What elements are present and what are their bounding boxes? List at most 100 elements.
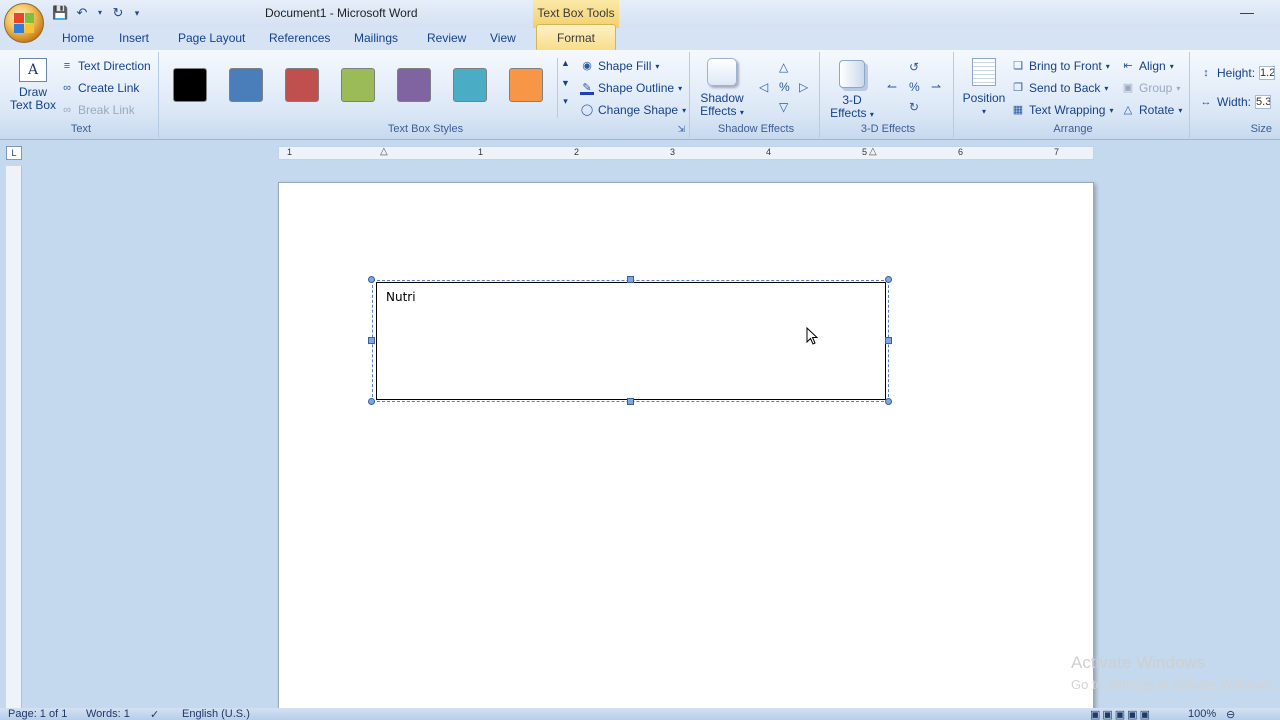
send-to-back-label: Send to Back xyxy=(1029,81,1101,95)
3d-toggle-icon[interactable]: % xyxy=(909,80,920,94)
tilt-up-icon[interactable]: ↺ xyxy=(909,60,919,74)
text-direction-label: Text Direction xyxy=(78,59,151,73)
tilt-right-icon[interactable]: ⇀ xyxy=(931,80,941,94)
indent-marker-icon[interactable]: △ xyxy=(380,146,388,157)
nudge-shadow-up-icon[interactable]: △ xyxy=(779,60,788,74)
shadow-effects-button[interactable]: Shadow Effects ▾ xyxy=(697,58,747,119)
word-count[interactable]: Words: 1 xyxy=(86,708,130,720)
align-button[interactable]: ⇤ Align ▾ xyxy=(1121,59,1173,73)
resize-handle-top-right[interactable] xyxy=(885,276,892,283)
view-buttons[interactable]: ▣▣▣▣▣ xyxy=(1090,708,1152,720)
tab-page-layout[interactable]: Page Layout xyxy=(178,31,245,45)
nudge-shadow-right-icon[interactable]: ▷ xyxy=(799,80,808,94)
nudge-shadow-left-icon[interactable]: ◁ xyxy=(759,80,768,94)
dropdown-icon[interactable]: ▾ xyxy=(96,5,104,21)
zoom-level[interactable]: 100% xyxy=(1188,708,1216,720)
gallery-down-icon[interactable]: ▼ xyxy=(558,78,573,88)
shadow-toggle-icon[interactable]: % xyxy=(779,80,790,94)
dialog-launcher-icon[interactable]: ⇲ xyxy=(677,124,685,135)
gallery-more-icon[interactable]: ▾ xyxy=(558,96,573,107)
pen-icon: ✎ xyxy=(580,81,594,95)
height-field[interactable]: ↕ Height: 1.2 xyxy=(1199,66,1276,80)
position-button[interactable]: Position ▾ xyxy=(959,58,1009,118)
chevron-down-icon: ▾ xyxy=(1176,83,1181,93)
rotate-label: Rotate xyxy=(1139,103,1175,117)
right-indent-marker-icon[interactable]: △ xyxy=(869,146,877,157)
tab-insert[interactable]: Insert xyxy=(119,31,149,45)
style-swatch-purple[interactable] xyxy=(397,68,431,102)
paint-bucket-icon: ◉ xyxy=(582,60,592,72)
shape-outline-button[interactable]: ✎ Shape Outline ▾ xyxy=(580,81,682,95)
style-swatch-orange[interactable] xyxy=(509,68,543,102)
tab-references[interactable]: References xyxy=(269,31,330,45)
activation-watermark-sub: Go to Settings to activate Windows. xyxy=(1071,677,1277,692)
arrange-group-label: Arrange xyxy=(1053,123,1093,135)
create-link-label: Create Link xyxy=(78,81,140,95)
group-button[interactable]: ▣ Group ▾ xyxy=(1121,81,1181,95)
mouse-pointer-icon xyxy=(806,327,818,345)
tab-home[interactable]: Home xyxy=(62,31,94,45)
tab-review[interactable]: Review xyxy=(427,31,466,45)
tab-mailings[interactable]: Mailings xyxy=(354,31,398,45)
resize-handle-bottom-right[interactable] xyxy=(885,398,892,405)
style-swatch-black[interactable] xyxy=(173,68,207,102)
text-direction-button[interactable]: ≡ Text Direction xyxy=(60,59,151,73)
resize-handle-top[interactable] xyxy=(627,276,634,283)
group-icon: ▣ xyxy=(1122,82,1134,94)
resize-handle-left[interactable] xyxy=(368,337,375,344)
chevron-down-icon: ▾ xyxy=(682,105,687,115)
tab-view[interactable]: View xyxy=(490,31,516,45)
bring-to-front-button[interactable]: ❏ Bring to Front ▾ xyxy=(1011,59,1110,73)
draw-text-box-label-2: Text Box xyxy=(9,98,57,112)
minimize-button[interactable]: — xyxy=(1240,4,1254,20)
tab-selector[interactable]: L xyxy=(6,146,22,160)
shadow-effects-group-label: Shadow Effects xyxy=(717,123,795,135)
change-shape-label: Change Shape xyxy=(598,103,679,117)
office-button[interactable] xyxy=(4,3,44,43)
customize-qat-icon[interactable]: ▾ xyxy=(132,5,142,21)
proofing-icon[interactable]: ✓ xyxy=(150,708,159,720)
send-to-back-button[interactable]: ❐ Send to Back ▾ xyxy=(1011,81,1108,95)
style-swatch-aqua[interactable] xyxy=(453,68,487,102)
textbox-content[interactable]: Nutri xyxy=(386,290,416,304)
tilt-down-icon[interactable]: ↻ xyxy=(909,100,919,114)
redo-icon[interactable]: ↻ xyxy=(110,5,126,21)
draw-text-box-button[interactable]: A Draw Text Box xyxy=(8,58,58,112)
tilt-left-icon[interactable]: ↼ xyxy=(887,80,897,94)
office-logo-icon xyxy=(14,13,34,33)
link-icon: ∞ xyxy=(63,82,71,94)
break-link-button[interactable]: ∞ Break Link xyxy=(60,103,135,117)
language-indicator[interactable]: English (U.S.) xyxy=(182,708,250,720)
resize-handle-right[interactable] xyxy=(885,337,892,344)
ruler-number: 1 xyxy=(287,147,293,157)
horizontal-ruler[interactable]: 1 1 2 3 4 5 6 7 △ △ xyxy=(278,146,1094,160)
rotate-button[interactable]: △ Rotate ▾ xyxy=(1121,103,1183,117)
resize-handle-bottom[interactable] xyxy=(627,398,634,405)
style-swatch-red[interactable] xyxy=(285,68,319,102)
style-swatch-blue[interactable] xyxy=(229,68,263,102)
resize-handle-bottom-left[interactable] xyxy=(368,398,375,405)
width-input[interactable]: 5.3 xyxy=(1255,95,1272,109)
nudge-shadow-down-icon[interactable]: ▽ xyxy=(779,100,788,114)
document-page[interactable] xyxy=(278,182,1094,720)
zoom-out-icon[interactable]: ⊖ xyxy=(1226,708,1235,720)
ruler-number: 1 xyxy=(478,147,484,157)
change-shape-button[interactable]: ◯ Change Shape ▾ xyxy=(580,103,686,117)
tab-format[interactable]: Format xyxy=(536,24,616,50)
chevron-down-icon: ▾ xyxy=(869,110,874,119)
save-icon[interactable]: 💾 xyxy=(52,5,68,21)
page-count[interactable]: Page: 1 of 1 xyxy=(8,708,67,720)
shape-fill-button[interactable]: ◉ Shape Fill ▾ xyxy=(580,59,659,73)
style-swatch-green[interactable] xyxy=(341,68,375,102)
height-input[interactable]: 1.2 xyxy=(1259,66,1276,80)
resize-handle-top-left[interactable] xyxy=(368,276,375,283)
3d-effects-button[interactable]: 3-D Effects ▾ xyxy=(827,60,877,121)
activation-watermark: Activate Windows xyxy=(1071,653,1206,672)
text-wrapping-button[interactable]: ▦ Text Wrapping ▾ xyxy=(1011,103,1114,117)
width-field[interactable]: ↔ Width: 5.3 xyxy=(1199,95,1272,109)
gallery-scroll[interactable]: ▲ ▼ ▾ xyxy=(557,58,573,118)
undo-icon[interactable]: ↶ xyxy=(74,5,90,21)
create-link-button[interactable]: ∞ Create Link xyxy=(60,81,139,95)
vertical-ruler[interactable] xyxy=(6,166,22,720)
gallery-up-icon[interactable]: ▲ xyxy=(558,58,573,68)
